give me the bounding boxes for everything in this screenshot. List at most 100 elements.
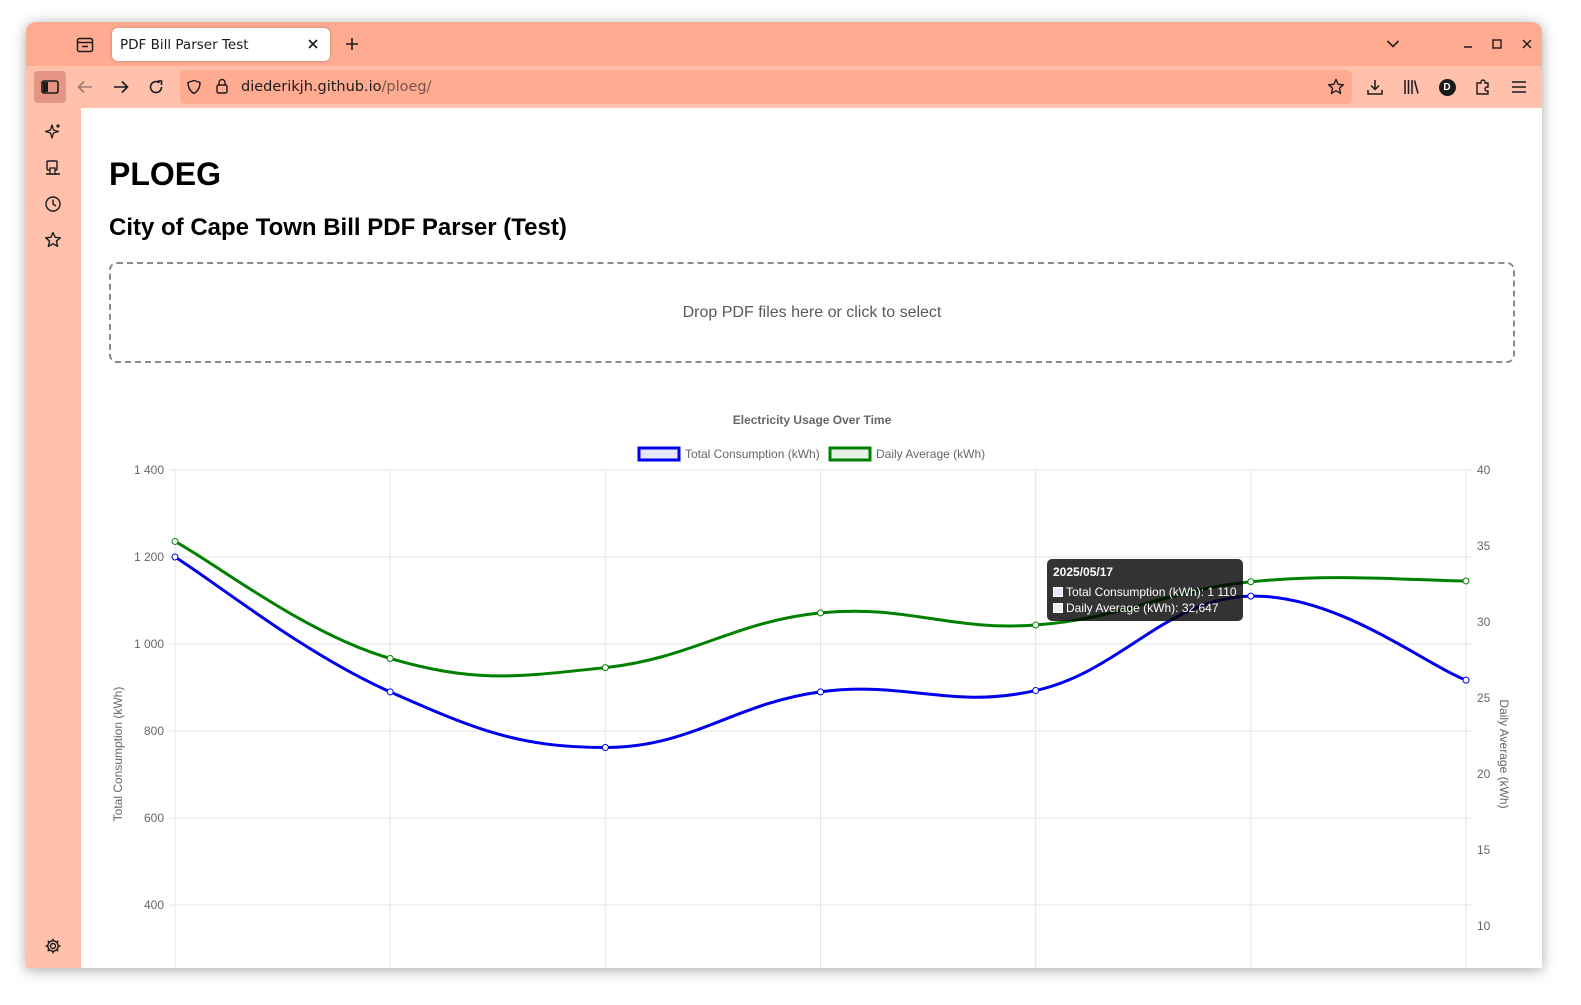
y2-tick-label: 15 [1477,843,1491,857]
bookmark-star-button[interactable] [1327,78,1345,101]
app-menu-button[interactable] [1503,71,1535,103]
close-window-button[interactable] [1517,34,1537,54]
y2-tick-label: 25 [1477,691,1491,705]
data-point-consumption[interactable] [817,688,824,696]
data-point-daily-average[interactable] [386,654,394,662]
chart-legend: Total Consumption (kWh) Daily Average (k… [637,446,985,462]
data-point-consumption[interactable] [1247,592,1255,600]
url-text[interactable]: diederikjh.github.io/ploeg/ [241,79,432,95]
reload-icon [149,80,163,94]
chart-tooltip: 2025/05/17 Total Consumption (kWh): 1 11… [1047,559,1243,621]
y2-tick-label: 35 [1477,539,1491,553]
chart-title: Electricity Usage Over Time [733,413,892,427]
data-point-consumption[interactable] [1032,687,1040,695]
sparkle-icon [44,124,60,139]
history-button[interactable] [42,193,64,215]
tooltip-text-daily-average: Daily Average (kWh): 32,647 [1066,601,1219,615]
close-icon [308,39,318,49]
new-tab-button[interactable] [342,34,362,54]
sidebar-toggle-button[interactable] [34,71,66,103]
data-point-daily-average[interactable] [817,609,824,617]
y-axis-right: 40 35 30 25 20 15 10 [1477,463,1491,933]
legend-label-consumption[interactable]: Total Consumption (kWh) [685,447,820,461]
arrow-left-icon [77,80,92,94]
y-tick-label: 400 [144,898,164,912]
address-bar[interactable]: diederikjh.github.io/ploeg/ [180,70,1352,104]
tooltip-row-daily-average: Daily Average (kWh): 32,647 [1053,601,1219,615]
sidebar [26,108,81,968]
library-button[interactable] [1395,71,1427,103]
devices-icon [46,160,60,175]
maximize-button[interactable] [1487,34,1507,54]
y-tick-label: 600 [144,811,164,825]
avatar-initial: D [1443,81,1451,93]
browser-window: PDF Bill Parser Test diederikjh.github.i… [26,22,1542,968]
data-point-consumption[interactable] [1462,676,1470,684]
y2-tick-label: 40 [1477,463,1491,477]
data-point-consumption[interactable] [601,744,609,752]
synced-tabs-button[interactable] [42,157,64,179]
list-all-tabs-button[interactable] [1383,34,1403,54]
tooltip-row-consumption: Total Consumption (kWh): 1 110 [1053,585,1237,599]
chevron-down-icon [1386,40,1400,48]
clock-icon [45,196,61,212]
star-icon [1328,78,1344,95]
forward-button[interactable] [105,71,137,103]
chart-grid [169,469,1472,968]
account-button[interactable]: D [1431,71,1463,103]
tooltip-text-consumption: Total Consumption (kWh): 1 110 [1066,585,1237,599]
y-axis-right-label: Daily Average (kWh) [1497,699,1511,808]
customize-sidebar-button[interactable] [42,935,64,957]
data-point-daily-average[interactable] [171,537,179,545]
data-point-consumption[interactable] [386,688,394,696]
downloads-button[interactable] [1359,71,1391,103]
hamburger-menu-icon [1512,81,1526,93]
arrow-right-icon [114,80,129,94]
page-content: PLOEG City of Cape Town Bill PDF Parser … [81,108,1542,968]
firefox-view-button[interactable] [74,34,96,56]
lock-icon [216,78,228,94]
url-domain: diederikjh.github.io [241,79,382,95]
y-tick-label: 1 400 [134,463,164,477]
reload-button[interactable] [140,71,172,103]
tab-title: PDF Bill Parser Test [120,37,249,53]
close-icon [1522,39,1532,49]
data-point-daily-average[interactable] [1032,621,1040,629]
y-axis-left: 1 4001 2001 000800600400200 [134,463,164,912]
y-tick-label: 1 200 [134,550,164,564]
site-security-icon[interactable] [215,78,229,99]
shield-icon [187,79,201,95]
y-tick-label: 1 000 [134,637,164,651]
close-tab-button[interactable] [304,35,322,53]
plus-icon [346,38,358,50]
legend-swatch-daily-average[interactable] [828,446,872,462]
back-button[interactable] [69,71,101,103]
avatar: D [1438,78,1456,96]
download-icon [1367,80,1383,95]
data-point-daily-average[interactable] [601,664,609,672]
sidebar-icon [41,80,59,94]
tab-active[interactable]: PDF Bill Parser Test [112,28,330,61]
tracking-protection-icon[interactable] [186,79,202,100]
tooltip-swatch-consumption [1053,587,1063,597]
tab-strip: PDF Bill Parser Test [26,22,1542,66]
maximize-icon [1492,39,1502,49]
y2-tick-label: 10 [1477,919,1491,933]
gear-icon [45,938,61,954]
data-point-daily-average[interactable] [1247,578,1255,586]
ai-chatbot-button[interactable] [42,121,64,143]
navigation-toolbar: diederikjh.github.io/ploeg/ D [26,66,1542,108]
usage-chart[interactable]: Electricity Usage Over Time Total Consum… [81,108,1542,968]
puzzle-icon [1476,79,1489,95]
legend-swatch-consumption[interactable] [637,446,681,462]
data-point-daily-average[interactable] [1462,577,1470,585]
bookmarks-button[interactable] [42,229,64,251]
minimize-button[interactable] [1458,34,1478,54]
firefox-view-icon [76,37,94,53]
data-point-consumption[interactable] [171,553,179,561]
url-path: /ploeg/ [381,79,432,95]
extensions-button[interactable] [1467,71,1499,103]
legend-label-daily-average[interactable]: Daily Average (kWh) [876,447,985,461]
y-axis-left-label: Total Consumption (kWh) [111,687,125,822]
minimize-icon [1464,46,1472,48]
